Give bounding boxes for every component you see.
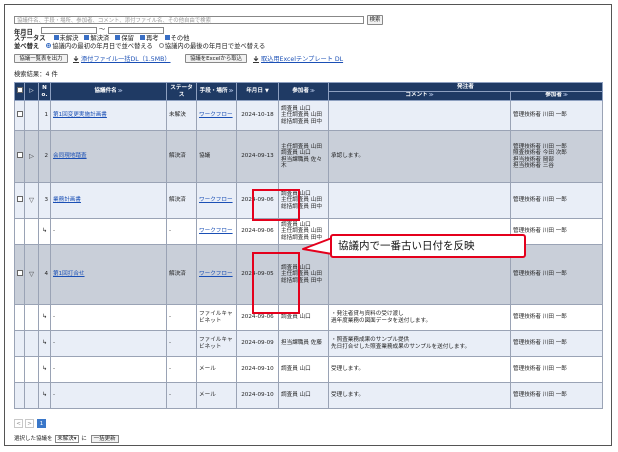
annotation-callout: 協議内で一番古い日付を反映	[330, 234, 526, 258]
bulk-update-label: 選択した協議を	[14, 436, 53, 442]
pager-prev-button[interactable]: <	[14, 419, 23, 428]
pager-next-button[interactable]: >	[25, 419, 34, 428]
bulk-status-select[interactable]: 未解決▾	[55, 435, 79, 444]
callout-pointer	[302, 237, 333, 255]
chevron-down-icon: ▾	[73, 436, 77, 442]
bulk-update-button[interactable]: 一括更新	[90, 435, 119, 444]
bulk-update-suffix: に	[81, 436, 87, 442]
pager-page-1[interactable]: 1	[37, 419, 46, 428]
bulk-update-row: 選択した協議を 未解決▾ に 一括更新	[14, 435, 119, 444]
app-window: 協議件名、手段・場所、参加者、コメント、添付ファイル名、その他自由で検索 検索 …	[4, 4, 612, 446]
